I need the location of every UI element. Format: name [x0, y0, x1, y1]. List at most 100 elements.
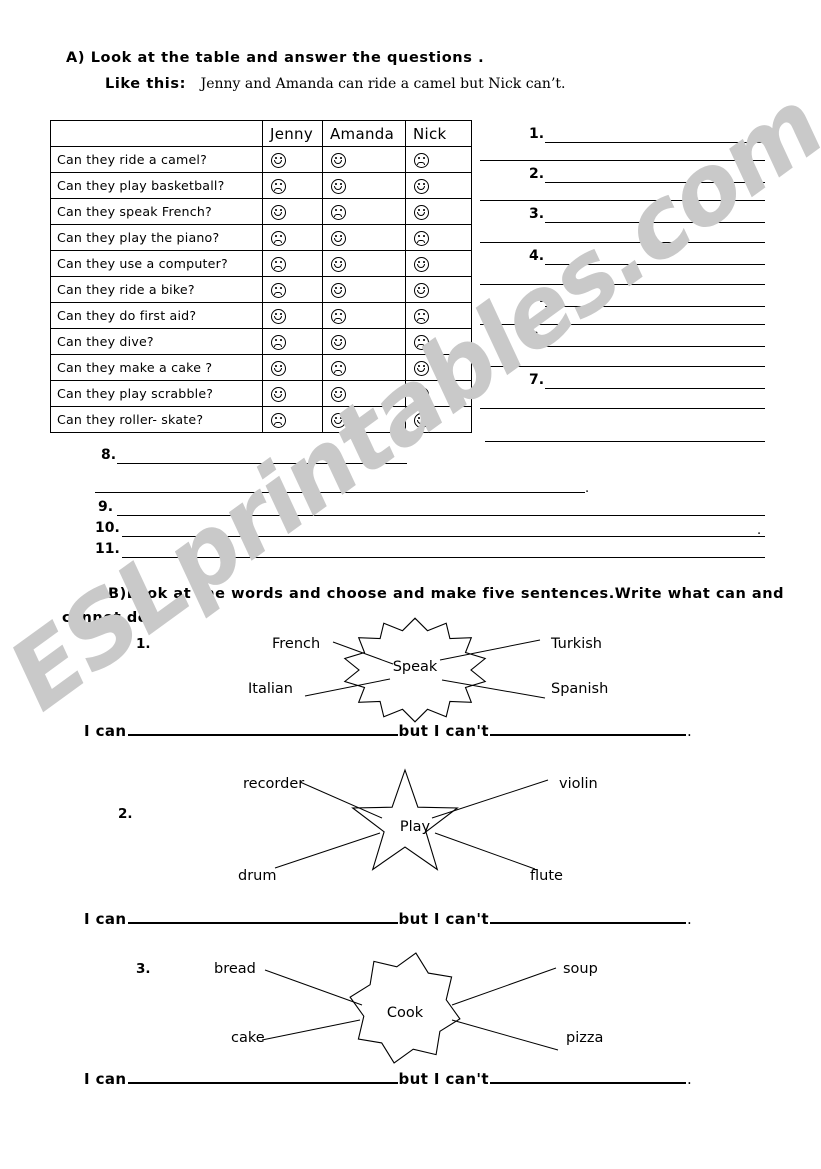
happy-face-icon: [331, 412, 346, 428]
answer-number-10: 10.: [95, 520, 120, 536]
answer-rule-continuation-3[interactable]: [480, 242, 765, 243]
answer-rule-7[interactable]: [545, 388, 765, 389]
answer-cell-amanda: [322, 276, 406, 303]
answer-number-4: 4.: [529, 248, 545, 264]
section-b-heading-line1: B)Look at the words and choose and make …: [108, 586, 785, 602]
table-row: Can they ride a camel?: [50, 146, 472, 173]
connector-line-1: [299, 781, 383, 819]
period-mark-10: .: [757, 523, 762, 538]
answer-cell-amanda: [322, 380, 406, 407]
answer-rule-1[interactable]: [545, 142, 765, 143]
answer-cell-jenny: [262, 172, 323, 199]
happy-face-icon: [271, 204, 286, 220]
answer-cell-amanda: [322, 354, 406, 381]
sentence-row-1: I can but I can't.: [84, 722, 692, 740]
answer-cell-jenny: [262, 380, 323, 407]
answer-cell-amanda: [322, 406, 406, 433]
sentence-period: .: [686, 910, 693, 928]
column-header-question: [50, 120, 263, 147]
question-cell: Can they ride a camel?: [50, 146, 263, 173]
sad-face-icon: [271, 282, 286, 298]
table-row: Can they make a cake ?: [50, 354, 472, 381]
answer-cell-nick: [405, 328, 472, 355]
table-row: Can they roller- skate?: [50, 406, 472, 433]
can-blank-input[interactable]: [127, 910, 398, 924]
answer-number-8: 8.: [101, 447, 117, 463]
sad-face-icon: [271, 256, 286, 272]
answer-rule-5[interactable]: [545, 306, 765, 307]
section-a-example: Like this: Jenny and Amanda can ride a c…: [105, 76, 565, 92]
answer-cell-amanda: [322, 328, 406, 355]
happy-face-icon: [414, 282, 429, 298]
answer-cell-nick: [405, 380, 472, 407]
can-blank-input[interactable]: [127, 1070, 398, 1084]
answer-rule-continuation-1[interactable]: [480, 160, 765, 161]
example-label: Like this:: [105, 76, 186, 92]
answer-rule-3[interactable]: [545, 222, 765, 223]
sad-face-icon: [414, 386, 429, 402]
answer-rule-4[interactable]: [545, 264, 765, 265]
table-row: Can they use a computer?: [50, 250, 472, 277]
answer-rule-continuation-8[interactable]: [95, 492, 585, 493]
sad-face-icon: [331, 308, 346, 324]
answer-rule-8[interactable]: [117, 463, 407, 464]
answer-rule-continuation-7[interactable]: [480, 408, 765, 409]
burst-word-bottom-right: Spanish: [551, 681, 609, 697]
sad-face-icon: [331, 360, 346, 376]
answer-cell-nick: [405, 276, 472, 303]
answer-cell-amanda: [322, 172, 406, 199]
happy-face-icon: [271, 360, 286, 376]
answer-cell-jenny: [262, 354, 323, 381]
table-row: Can they speak French?: [50, 198, 472, 225]
answer-cell-jenny: [262, 146, 323, 173]
cant-blank-input[interactable]: [489, 910, 686, 924]
burst-center-label: Speak: [392, 659, 438, 675]
answer-number-3: 3.: [529, 206, 545, 222]
sad-face-icon: [271, 178, 286, 194]
happy-face-icon: [414, 204, 429, 220]
sad-face-icon: [414, 230, 429, 246]
table-row: Can they dive?: [50, 328, 472, 355]
table-row: Can they do first aid?: [50, 302, 472, 329]
burst-group-number-1: 1.: [136, 636, 151, 652]
sad-face-icon: [331, 204, 346, 220]
cant-blank-input[interactable]: [489, 722, 686, 736]
answer-rule-continuation-6[interactable]: [480, 366, 765, 367]
sentence-row-2: I can but I can't.: [84, 910, 692, 928]
answer-rule-6[interactable]: [545, 346, 765, 347]
section-a-heading: A) Look at the table and answer the ques…: [66, 50, 485, 66]
answer-cell-jenny: [262, 198, 323, 225]
answer-rule-11[interactable]: [122, 557, 765, 558]
happy-face-icon: [331, 256, 346, 272]
answer-cell-amanda: [322, 146, 406, 173]
answer-rule-continuation-4[interactable]: [480, 284, 765, 285]
answer-cell-jenny: [262, 276, 323, 303]
answer-number-11: 11.: [95, 541, 120, 557]
answer-cell-nick: [405, 224, 472, 251]
answer-rule-2[interactable]: [545, 182, 765, 183]
sentence-period: .: [686, 1070, 693, 1088]
burst-word-top-left: bread: [214, 961, 256, 977]
table-row: Can they play scrabble?: [50, 380, 472, 407]
answer-rule-9[interactable]: [117, 515, 765, 516]
answer-number-1: 1.: [529, 126, 545, 142]
answer-rule-continuation-5[interactable]: [480, 324, 765, 325]
answer-rule-continuation-2[interactable]: [480, 200, 765, 201]
answer-rule-10[interactable]: [122, 536, 765, 537]
answer-cell-amanda: [322, 250, 406, 277]
answer-cell-jenny: [262, 328, 323, 355]
answer-rule-continuation-7b[interactable]: [485, 441, 765, 442]
connector-line-4: [434, 832, 536, 870]
table-row: Can they play basketball?: [50, 172, 472, 199]
burst-center-label: Play: [399, 819, 431, 835]
answer-cell-amanda: [322, 198, 406, 225]
answer-cell-nick: [405, 172, 472, 199]
connector-line-1: [264, 969, 363, 1006]
answer-cell-nick: [405, 406, 472, 433]
answer-number-9: 9.: [98, 499, 114, 515]
cant-blank-input[interactable]: [489, 1070, 686, 1084]
happy-face-icon: [331, 334, 346, 350]
table-header-row: Jenny Amanda Nick: [50, 120, 472, 147]
answer-cell-amanda: [322, 224, 406, 251]
can-blank-input[interactable]: [127, 722, 398, 736]
